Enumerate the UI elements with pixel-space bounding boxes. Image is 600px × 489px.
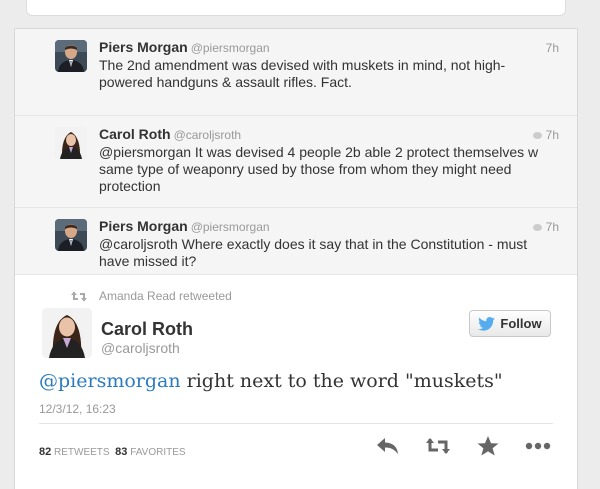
avatar[interactable] (42, 308, 92, 358)
more-icon[interactable] (525, 435, 551, 457)
timestamp[interactable]: 7h (532, 220, 559, 234)
avatar[interactable] (55, 219, 87, 251)
tweet-date[interactable]: 12/3/12, 16:23 (39, 402, 116, 416)
author-handle[interactable]: @caroljsroth (101, 340, 180, 356)
twitter-bird-icon (478, 316, 496, 331)
tweet-stats: 82 RETWEETS 83 FAVORITES (39, 446, 186, 458)
tweet-actions (375, 435, 551, 457)
retweet-context[interactable]: Amanda Read retweeted (71, 289, 232, 303)
favorites-stat[interactable]: 83 FAVORITES (115, 446, 185, 458)
tweet-panel: Piers Morgan @piersmorgan 7h The 2nd amen… (14, 28, 578, 489)
tweet-text-body: right next to the word "muskets" (180, 370, 503, 392)
retweet-icon[interactable] (425, 435, 451, 457)
author-handle[interactable]: @piersmorgan (191, 220, 270, 234)
mention-link[interactable]: @piersmorgan (39, 370, 181, 392)
timestamp[interactable]: 7h (532, 128, 559, 142)
author-name[interactable]: Carol Roth @caroljsroth (99, 126, 241, 142)
tweet-text: @caroljsroth Where exactly does it say t… (99, 236, 528, 269)
author-handle[interactable]: @piersmorgan (191, 41, 270, 55)
conversation-tweet[interactable]: Piers Morgan @piersmorgan 7h @caroljsroth… (15, 208, 577, 275)
conversation-tweet[interactable]: Carol Roth @caroljsroth 7h @piersmorgan I… (15, 116, 577, 208)
avatar[interactable] (55, 40, 87, 72)
main-tweet: Amanda Read retweeted Carol Roth @carolj… (15, 275, 577, 486)
conversation-bubble-icon (532, 223, 542, 231)
retweets-stat[interactable]: 82 RETWEETS (39, 446, 110, 458)
author-name[interactable]: Piers Morgan @piersmorgan (99, 39, 270, 55)
author-name[interactable]: Carol Roth (101, 319, 193, 340)
tweet-text: @piersmorgan right next to the word "mus… (39, 370, 503, 392)
reply-icon[interactable] (375, 435, 401, 457)
previous-card (26, 0, 566, 16)
follow-button[interactable]: Follow (469, 310, 551, 337)
author-handle[interactable]: @caroljsroth (174, 128, 242, 142)
avatar[interactable] (55, 127, 87, 159)
conversation-bubble-icon (532, 131, 542, 139)
conversation-thread: Piers Morgan @piersmorgan 7h The 2nd amen… (15, 29, 577, 275)
retweeted-by-label[interactable]: Amanda Read retweeted (99, 289, 232, 303)
timestamp[interactable]: 7h (546, 41, 559, 55)
follow-label: Follow (500, 316, 542, 331)
favorite-star-icon[interactable] (475, 435, 501, 457)
retweet-icon (71, 291, 87, 301)
conversation-tweet[interactable]: Piers Morgan @piersmorgan 7h The 2nd amen… (15, 29, 577, 116)
tweet-text: The 2nd amendment was devised with muske… (99, 57, 506, 90)
author-name[interactable]: Piers Morgan @piersmorgan (99, 218, 270, 234)
tweet-text: @piersmorgan It was devised 4 people 2b … (99, 144, 539, 194)
divider (39, 423, 553, 424)
